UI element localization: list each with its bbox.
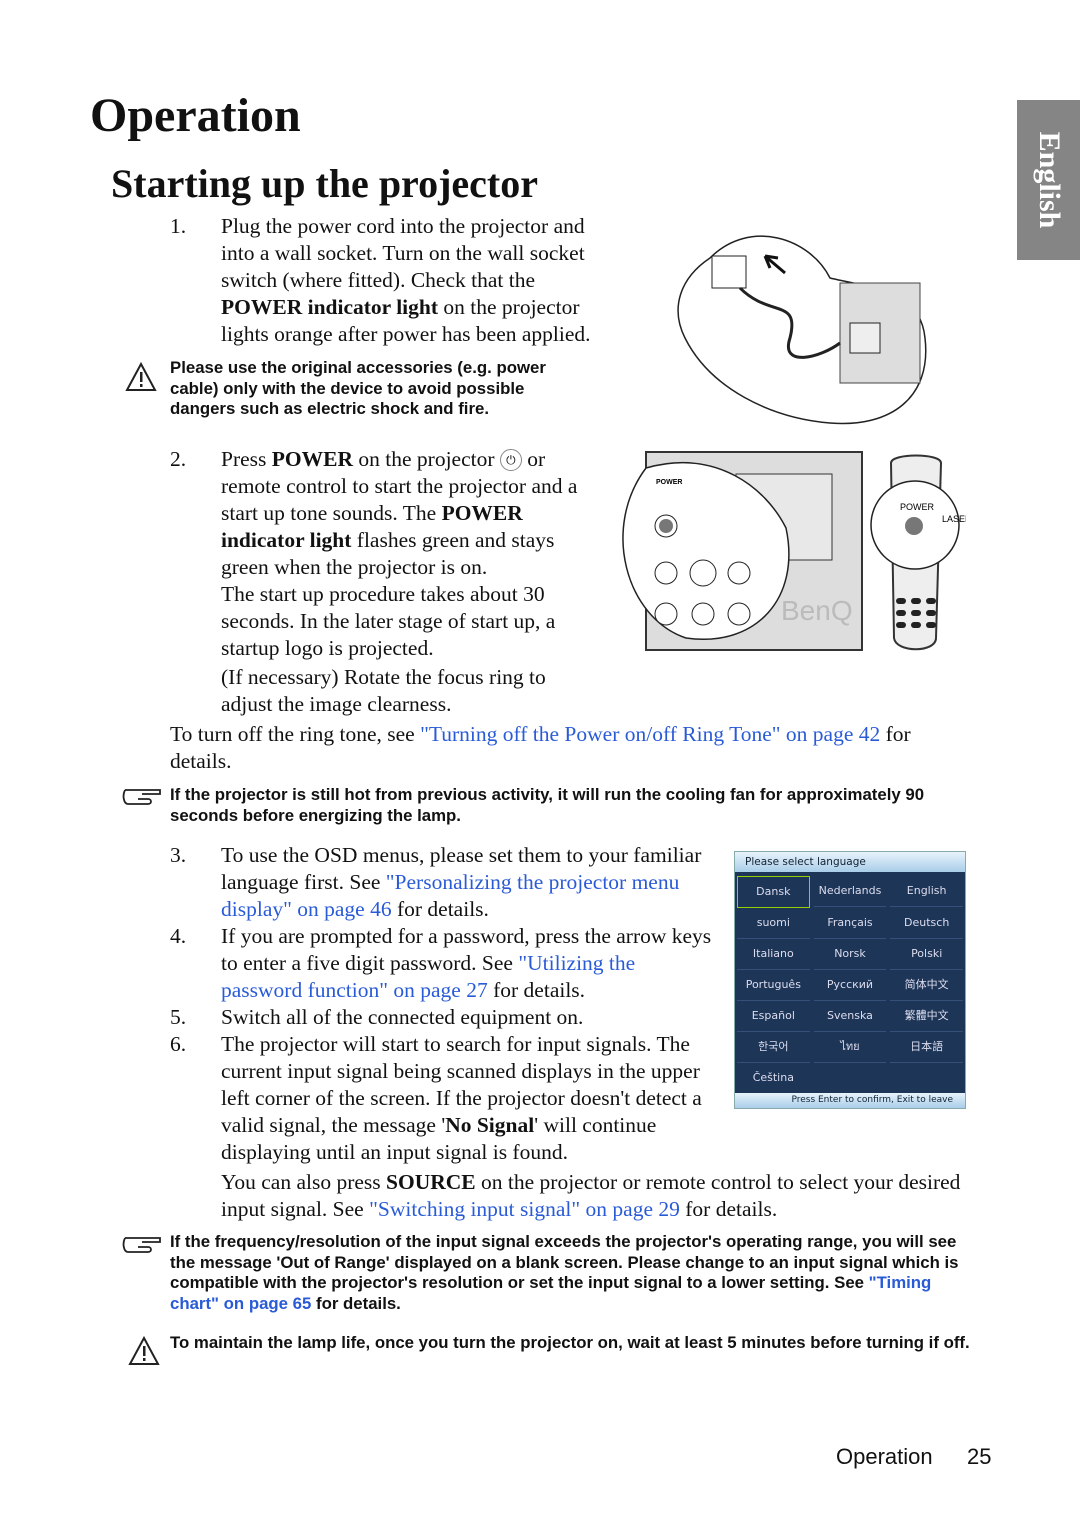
step-number: 2. — [170, 447, 187, 471]
power-icon: ⏻ — [499, 449, 522, 471]
svg-text:LASER: LASER — [942, 514, 966, 524]
osd-language-option[interactable]: suomi — [737, 908, 810, 939]
step-number: 3. — [170, 843, 187, 867]
osd-language-option[interactable]: 繁體中文 — [890, 1001, 963, 1032]
note-icon — [122, 1237, 161, 1253]
step-3: To use the OSD menus, please set them to… — [221, 843, 702, 921]
osd-language-option[interactable]: Español — [737, 1001, 810, 1032]
note-cooling-fan: If the projector is still hot from previ… — [170, 785, 925, 825]
osd-language-option[interactable]: Русский — [813, 970, 887, 1001]
osd-header: Please select language — [735, 852, 965, 872]
input-signal-link[interactable]: "Switching input signal" on page 29 — [369, 1197, 680, 1221]
osd-language-option[interactable]: Dansk — [737, 876, 810, 908]
step-5: Switch all of the connected equipment on… — [221, 1005, 584, 1029]
osd-language-option[interactable]: Italiano — [737, 939, 810, 970]
osd-language-option[interactable]: Svenska — [813, 1001, 887, 1032]
language-side-tab: English — [1017, 100, 1080, 260]
section-title: Starting up the projector — [111, 161, 538, 206]
osd-language-option[interactable]: Čeština — [737, 1063, 810, 1094]
ringtone-link[interactable]: "Turning off the Power on/off Ring Tone"… — [420, 722, 880, 746]
osd-language-option[interactable]: Português — [737, 970, 810, 1001]
warning-lamp-life: To maintain the lamp life, once you turn… — [170, 1333, 970, 1352]
step-number: 4. — [170, 924, 187, 948]
manual-page: English Operation Starting up the projec… — [0, 0, 1080, 1529]
projector-remote-illustration: BenQ POWER POWER LASER — [622, 451, 966, 651]
osd-language-menu: Please select language Dansk Nederlands En… — [734, 851, 966, 1109]
osd-footer: Press Enter to confirm, Exit to leave — [735, 1093, 965, 1108]
osd-language-option[interactable]: Norsk — [813, 939, 887, 970]
note-icon — [122, 789, 161, 805]
page-title: Operation — [90, 89, 301, 142]
step-number: 1. — [170, 214, 187, 238]
osd-language-option[interactable]: English — [890, 876, 963, 907]
svg-text:BenQ: BenQ — [781, 595, 853, 626]
osd-language-option[interactable]: Polski — [890, 939, 963, 970]
power-cord-illustration — [677, 235, 927, 425]
osd-language-option[interactable]: Nederlands — [813, 876, 887, 907]
step-number: 6. — [170, 1032, 187, 1056]
note-out-of-range: If the frequency/resolution of the input… — [170, 1232, 959, 1313]
warning-accessories: Please use the original accessories (e.g… — [170, 358, 546, 418]
osd-language-option[interactable]: 简体中文 — [890, 970, 963, 1001]
ringtone-paragraph: To turn off the ring tone, see "Turning … — [170, 722, 911, 773]
page-number: 25 — [967, 1444, 992, 1469]
svg-text:POWER: POWER — [900, 502, 935, 512]
step-number: 5. — [170, 1005, 187, 1029]
svg-text:POWER: POWER — [656, 479, 682, 486]
step-4: If you are prompted for a password, pres… — [221, 924, 712, 1002]
step-1: Plug the power cord into the projector a… — [221, 214, 591, 346]
osd-language-option[interactable]: 日本語 — [890, 1032, 963, 1063]
osd-language-option[interactable]: Deutsch — [890, 908, 963, 939]
step-2: Press POWER on the projector ⏻ or remote… — [221, 447, 578, 716]
osd-language-option[interactable]: ไทย — [813, 1032, 887, 1063]
step-6: The projector will start to search for i… — [221, 1032, 702, 1164]
warning-icon — [125, 362, 157, 391]
footer-section: Operation — [836, 1444, 933, 1469]
osd-language-option[interactable]: Français — [813, 908, 887, 939]
warning-icon — [128, 1336, 160, 1365]
source-paragraph: You can also press SOURCE on the project… — [221, 1170, 961, 1221]
osd-language-option[interactable]: 한국어 — [737, 1032, 810, 1063]
